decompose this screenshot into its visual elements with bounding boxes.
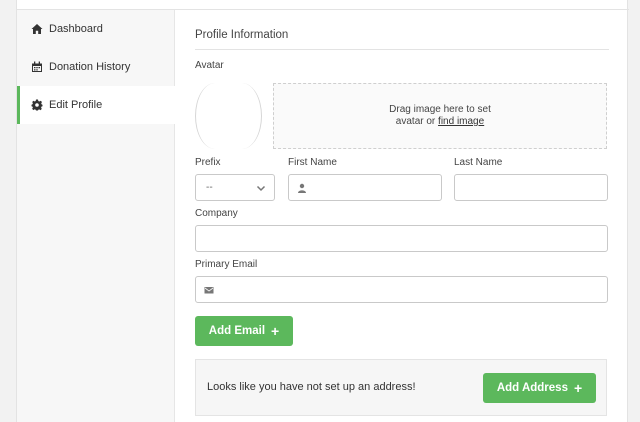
sidebar-item-edit-profile[interactable]: Edit Profile bbox=[17, 86, 175, 124]
add-address-button[interactable]: Add Address + bbox=[483, 373, 596, 403]
add-email-button[interactable]: Add Email + bbox=[195, 316, 293, 346]
plus-icon: + bbox=[573, 380, 583, 396]
avatar bbox=[195, 83, 262, 149]
home-icon bbox=[31, 24, 43, 34]
sidebar: Dashboard Donation History Edit Profile bbox=[17, 10, 175, 422]
chevron-down-icon bbox=[256, 185, 266, 191]
prefix-value: -- bbox=[206, 182, 213, 193]
dropzone-text-line2: avatar or find image bbox=[396, 116, 484, 129]
sidebar-item-label: Edit Profile bbox=[49, 99, 103, 111]
envelope-icon bbox=[204, 286, 214, 293]
email-label: Primary Email bbox=[195, 259, 258, 270]
prefix-select[interactable]: -- bbox=[195, 174, 275, 201]
sidebar-item-dashboard[interactable]: Dashboard bbox=[17, 10, 175, 48]
add-email-label: Add Email bbox=[208, 325, 266, 337]
address-message: Looks like you have not set up an addres… bbox=[207, 381, 416, 393]
avatar-label: Avatar bbox=[195, 60, 224, 71]
user-icon bbox=[298, 183, 306, 193]
sidebar-item-label: Dashboard bbox=[49, 23, 103, 35]
last-name-field[interactable] bbox=[454, 174, 608, 201]
calendar-icon bbox=[32, 61, 42, 72]
email-field[interactable] bbox=[195, 276, 608, 303]
sidebar-item-label: Donation History bbox=[49, 61, 131, 73]
section-title: Profile Information bbox=[195, 29, 289, 41]
company-label: Company bbox=[195, 208, 238, 219]
dropzone-text: Drag image here to set bbox=[389, 103, 491, 115]
section-divider bbox=[195, 49, 609, 50]
avatar-dropzone[interactable]: Drag image here to set avatar or find im… bbox=[273, 83, 607, 149]
company-field[interactable] bbox=[195, 225, 608, 252]
first-name-field[interactable] bbox=[288, 174, 442, 201]
plus-icon: + bbox=[271, 323, 280, 339]
dropzone-prefix-text: avatar or bbox=[395, 116, 439, 127]
prefix-label: Prefix bbox=[195, 157, 221, 168]
sidebar-item-donation-history[interactable]: Donation History bbox=[17, 48, 175, 86]
gear-icon bbox=[31, 99, 43, 111]
last-name-label: Last Name bbox=[454, 157, 503, 168]
find-image-link[interactable]: find image bbox=[438, 116, 484, 127]
add-address-label: Add Address bbox=[496, 382, 568, 394]
address-panel: Looks like you have not set up an addres… bbox=[195, 359, 607, 416]
app-frame: Dashboard Donation History Edit Profile … bbox=[16, 0, 629, 422]
first-name-label: First Name bbox=[288, 157, 337, 168]
